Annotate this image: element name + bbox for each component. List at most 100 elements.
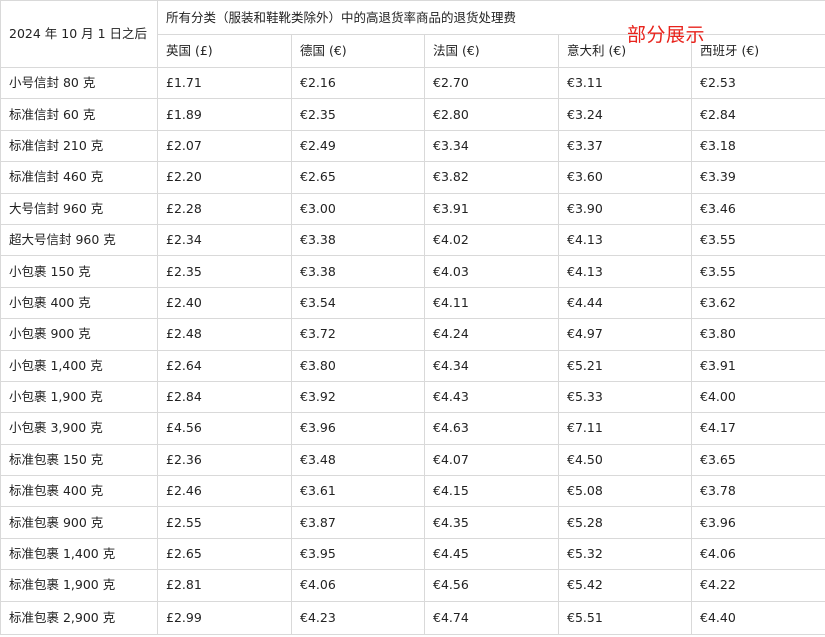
fee-cell-es: €4.40 bbox=[692, 601, 825, 634]
fee-table: 2024 年 10 月 1 日之后 所有分类（服装和鞋靴类除外）中的高退货率商品… bbox=[0, 0, 825, 635]
fee-cell-it: €5.51 bbox=[559, 601, 692, 634]
fee-cell-it: €5.33 bbox=[559, 381, 692, 412]
fee-cell-es: €3.39 bbox=[692, 162, 825, 193]
fee-cell-es: €3.78 bbox=[692, 476, 825, 507]
table-row: 标准信封 460 克£2.20€2.65€3.82€3.60€3.39 bbox=[1, 162, 825, 193]
table-row: 标准信封 210 克£2.07€2.49€3.34€3.37€3.18 bbox=[1, 130, 825, 161]
fee-cell-uk: £2.46 bbox=[158, 476, 292, 507]
table-row: 小包裹 3,900 克£4.56€3.96€4.63€7.11€4.17 bbox=[1, 413, 825, 444]
fee-cell-fr: €4.02 bbox=[425, 224, 559, 255]
row-size-label: 超大号信封 960 克 bbox=[1, 224, 158, 255]
fee-cell-it: €5.32 bbox=[559, 538, 692, 569]
fee-cell-fr: €4.07 bbox=[425, 444, 559, 475]
fee-cell-uk: £2.40 bbox=[158, 287, 292, 318]
fee-cell-uk: £2.65 bbox=[158, 538, 292, 569]
row-size-label: 标准信封 460 克 bbox=[1, 162, 158, 193]
fee-cell-uk: £2.20 bbox=[158, 162, 292, 193]
fee-cell-it: €4.97 bbox=[559, 319, 692, 350]
fee-cell-es: €3.80 bbox=[692, 319, 825, 350]
fee-cell-uk: £1.89 bbox=[158, 99, 292, 130]
fee-cell-de: €3.54 bbox=[292, 287, 425, 318]
table-row: 标准包裹 400 克£2.46€3.61€4.15€5.08€3.78 bbox=[1, 476, 825, 507]
fee-cell-uk: £1.71 bbox=[158, 68, 292, 99]
fee-cell-fr: €4.11 bbox=[425, 287, 559, 318]
table-row: 小包裹 1,900 克£2.84€3.92€4.43€5.33€4.00 bbox=[1, 381, 825, 412]
fee-cell-de: €2.65 bbox=[292, 162, 425, 193]
fee-cell-uk: £4.56 bbox=[158, 413, 292, 444]
fee-cell-it: €3.90 bbox=[559, 193, 692, 224]
row-size-label: 标准信封 210 克 bbox=[1, 130, 158, 161]
row-size-label: 小包裹 150 克 bbox=[1, 256, 158, 287]
column-header-es: 西班牙 (€) bbox=[692, 35, 825, 68]
fee-cell-de: €3.72 bbox=[292, 319, 425, 350]
fee-cell-uk: £2.36 bbox=[158, 444, 292, 475]
row-size-label: 标准信封 60 克 bbox=[1, 99, 158, 130]
table-row: 标准包裹 150 克£2.36€3.48€4.07€4.50€3.65 bbox=[1, 444, 825, 475]
table-row: 小包裹 150 克£2.35€3.38€4.03€4.13€3.55 bbox=[1, 256, 825, 287]
column-header-fr: 法国 (€) bbox=[425, 35, 559, 68]
table-row: 标准包裹 2,900 克£2.99€4.23€4.74€5.51€4.40 bbox=[1, 601, 825, 634]
fee-cell-es: €3.96 bbox=[692, 507, 825, 538]
fee-cell-es: €3.91 bbox=[692, 350, 825, 381]
row-size-label: 标准包裹 1,900 克 bbox=[1, 570, 158, 601]
fee-cell-uk: £2.55 bbox=[158, 507, 292, 538]
fee-cell-fr: €3.82 bbox=[425, 162, 559, 193]
fee-cell-de: €3.00 bbox=[292, 193, 425, 224]
fee-cell-es: €2.84 bbox=[692, 99, 825, 130]
table-row: 超大号信封 960 克£2.34€3.38€4.02€4.13€3.55 bbox=[1, 224, 825, 255]
partial-display-watermark: 部分展示 bbox=[627, 20, 705, 47]
fee-cell-de: €3.38 bbox=[292, 224, 425, 255]
fee-cell-es: €4.00 bbox=[692, 381, 825, 412]
fee-cell-fr: €4.24 bbox=[425, 319, 559, 350]
fee-cell-fr: €2.70 bbox=[425, 68, 559, 99]
row-size-label: 小包裹 1,900 克 bbox=[1, 381, 158, 412]
fee-cell-de: €3.95 bbox=[292, 538, 425, 569]
row-size-label: 小包裹 3,900 克 bbox=[1, 413, 158, 444]
corner-header: 2024 年 10 月 1 日之后 bbox=[1, 1, 158, 68]
table-body: 小号信封 80 克£1.71€2.16€2.70€3.11€2.53标准信封 6… bbox=[1, 68, 825, 635]
table-row: 标准包裹 1,900 克£2.81€4.06€4.56€5.42€4.22 bbox=[1, 570, 825, 601]
fee-cell-fr: €4.34 bbox=[425, 350, 559, 381]
fee-cell-es: €3.62 bbox=[692, 287, 825, 318]
table-row: 小包裹 900 克£2.48€3.72€4.24€4.97€3.80 bbox=[1, 319, 825, 350]
fee-cell-it: €3.24 bbox=[559, 99, 692, 130]
fee-cell-es: €4.17 bbox=[692, 413, 825, 444]
fee-cell-uk: £2.34 bbox=[158, 224, 292, 255]
fee-cell-de: €2.49 bbox=[292, 130, 425, 161]
fee-cell-it: €7.11 bbox=[559, 413, 692, 444]
fee-cell-uk: £2.07 bbox=[158, 130, 292, 161]
table-row: 标准信封 60 克£1.89€2.35€2.80€3.24€2.84 bbox=[1, 99, 825, 130]
fee-cell-de: €2.35 bbox=[292, 99, 425, 130]
row-size-label: 标准包裹 900 克 bbox=[1, 507, 158, 538]
row-size-label: 标准包裹 150 克 bbox=[1, 444, 158, 475]
fee-cell-fr: €3.34 bbox=[425, 130, 559, 161]
fee-cell-de: €3.87 bbox=[292, 507, 425, 538]
fee-cell-it: €5.42 bbox=[559, 570, 692, 601]
fee-cell-it: €4.50 bbox=[559, 444, 692, 475]
fee-cell-de: €3.80 bbox=[292, 350, 425, 381]
table-row: 标准包裹 1,400 克£2.65€3.95€4.45€5.32€4.06 bbox=[1, 538, 825, 569]
fee-cell-it: €3.60 bbox=[559, 162, 692, 193]
fee-cell-es: €3.65 bbox=[692, 444, 825, 475]
fee-cell-uk: £2.35 bbox=[158, 256, 292, 287]
fee-cell-es: €4.06 bbox=[692, 538, 825, 569]
fee-cell-de: €4.06 bbox=[292, 570, 425, 601]
row-size-label: 标准包裹 2,900 克 bbox=[1, 601, 158, 634]
fee-cell-uk: £2.99 bbox=[158, 601, 292, 634]
table-row: 小包裹 400 克£2.40€3.54€4.11€4.44€3.62 bbox=[1, 287, 825, 318]
fee-cell-de: €2.16 bbox=[292, 68, 425, 99]
fee-cell-it: €3.37 bbox=[559, 130, 692, 161]
fee-cell-fr: €3.91 bbox=[425, 193, 559, 224]
fee-cell-it: €5.21 bbox=[559, 350, 692, 381]
row-size-label: 小包裹 1,400 克 bbox=[1, 350, 158, 381]
fee-cell-de: €3.48 bbox=[292, 444, 425, 475]
fee-cell-es: €3.55 bbox=[692, 256, 825, 287]
fee-cell-it: €4.44 bbox=[559, 287, 692, 318]
fee-cell-it: €5.28 bbox=[559, 507, 692, 538]
column-header-uk: 英国 (£) bbox=[158, 35, 292, 68]
fee-cell-uk: £2.81 bbox=[158, 570, 292, 601]
fee-cell-fr: €4.63 bbox=[425, 413, 559, 444]
fee-cell-fr: €4.56 bbox=[425, 570, 559, 601]
fee-cell-de: €3.92 bbox=[292, 381, 425, 412]
fee-cell-es: €3.18 bbox=[692, 130, 825, 161]
